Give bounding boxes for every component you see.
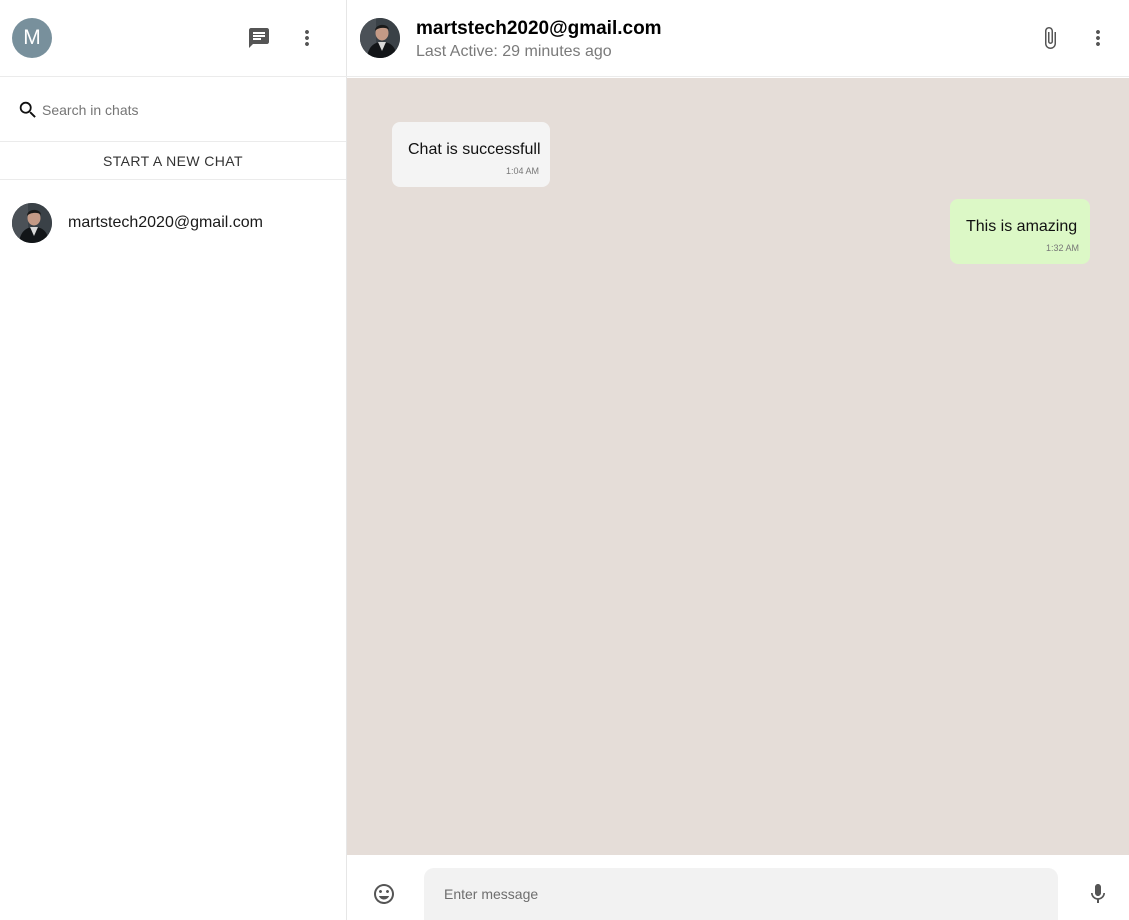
- chat-panel: martstech2020@gmail.com Last Active: 29 …: [347, 0, 1129, 920]
- outgoing-message-bubble: This is amazing 1:32 AM: [950, 199, 1090, 264]
- chat-contact-status: Last Active: 29 minutes ago: [416, 43, 612, 60]
- sidebar: M START A NEW CHAT: [0, 0, 347, 920]
- incoming-message-bubble: Chat is successfull 1:04 AM: [392, 122, 550, 187]
- start-new-chat-button[interactable]: START A NEW CHAT: [0, 143, 346, 180]
- chat-contact-name: martstech2020@gmail.com: [416, 18, 662, 39]
- message-composer: [347, 855, 1129, 920]
- new-chat-button[interactable]: [239, 18, 279, 58]
- search-icon: [19, 101, 36, 118]
- message-time: 1:32 AM: [1045, 243, 1079, 253]
- message-area[interactable]: Chat is successfull 1:04 AM This is amaz…: [347, 78, 1129, 855]
- chat-list-item[interactable]: martstech2020@gmail.com: [0, 193, 346, 253]
- emoji-button[interactable]: [364, 874, 404, 914]
- message-time: 1:04 AM: [505, 166, 539, 176]
- message-input-container: [424, 868, 1058, 920]
- message-text: This is amazing: [966, 218, 1078, 235]
- search-bar: [0, 78, 346, 142]
- mic-button[interactable]: [1078, 874, 1118, 914]
- sidebar-menu-button[interactable]: [287, 18, 327, 58]
- search-input[interactable]: [42, 98, 322, 122]
- contact-avatar: [12, 203, 52, 243]
- more-vert-icon: [305, 30, 309, 46]
- paperclip-icon: [1045, 27, 1056, 49]
- message-input[interactable]: [444, 881, 1034, 907]
- chat-contact-avatar[interactable]: [360, 18, 400, 58]
- more-vert-icon: [1096, 30, 1100, 46]
- emoji-icon: [374, 884, 394, 904]
- user-avatar[interactable]: M: [12, 18, 52, 58]
- chat-menu-button[interactable]: [1078, 18, 1118, 58]
- chat-icon: [249, 28, 269, 48]
- message-text: Chat is successfull: [408, 141, 541, 158]
- chat-header: martstech2020@gmail.com Last Active: 29 …: [347, 0, 1129, 77]
- chat-list-item-name: martstech2020@gmail.com: [68, 214, 263, 231]
- sidebar-header: M: [0, 0, 347, 77]
- attach-button[interactable]: [1030, 18, 1070, 58]
- mic-icon: [1091, 884, 1105, 903]
